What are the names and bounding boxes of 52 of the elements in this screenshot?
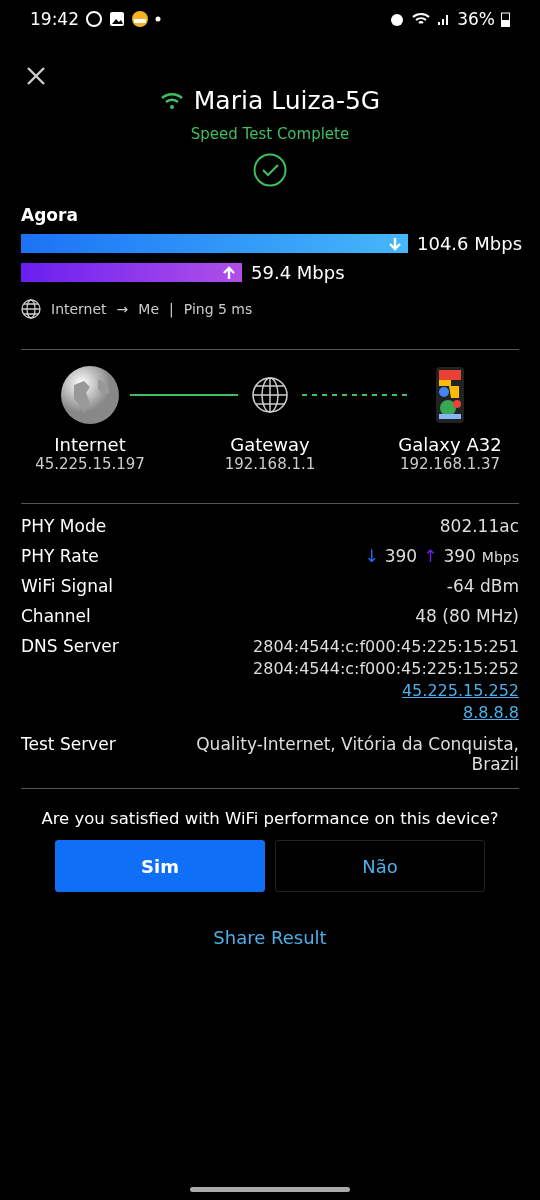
check-icon <box>253 153 287 187</box>
upload-rate: 390 <box>443 546 476 566</box>
node-name: Gateway <box>230 434 310 455</box>
phone-icon <box>435 366 465 424</box>
detail-value: Quality-Internet, Vitória da Conquista, Brazil <box>195 734 519 774</box>
download-rate: 390 <box>384 546 418 566</box>
share-link[interactable]: Share Result <box>207 926 333 949</box>
wifi-icon <box>159 90 184 111</box>
wifi-icon <box>411 11 432 27</box>
detail-value: -64 dBm <box>446 576 519 596</box>
detail-value: 802.11ac <box>439 516 519 536</box>
detail-label: DNS Server <box>21 636 119 658</box>
down-arrow: ↓ <box>364 546 379 566</box>
detail-value: 48 (80 MHz) <box>415 606 519 626</box>
route-arrow: → <box>116 301 129 317</box>
node-ip: 45.225.15.197 <box>35 455 145 473</box>
route-to: Me <box>138 301 160 317</box>
node-name: Galaxy A32 <box>398 434 502 455</box>
dns-link[interactable]: 8.8.8.8 <box>463 702 519 724</box>
detail-label: Test Server <box>21 734 116 756</box>
survey-question: Are you satisfied with WiFi performance on this device? <box>40 809 500 828</box>
speed-reading: 104.6 Mbps <box>417 233 522 254</box>
ping-value: Ping 5 ms <box>183 301 253 317</box>
answer-button[interactable]: Não <box>275 840 485 892</box>
dns-address: 2804:4544:c:f000:45:225:15:252 <box>253 658 519 680</box>
detail-label: Channel <box>21 606 91 626</box>
dns-address: 2804:4544:c:f000:45:225:15:251 <box>253 636 519 658</box>
detail-label: PHY Rate <box>21 546 99 566</box>
globe-icon <box>21 299 41 319</box>
up-arrow: ↑ <box>423 546 438 566</box>
node-name: Internet <box>54 434 126 455</box>
route-from: Internet <box>51 301 107 317</box>
battery-percent: 36% <box>457 9 495 29</box>
app-icon <box>131 10 149 28</box>
test-status: Speed Test Complete <box>190 125 350 143</box>
dns-link[interactable]: 45.225.15.252 <box>401 680 519 702</box>
detail-label: PHY Mode <box>21 516 107 536</box>
answer-button[interactable]: Sim <box>55 840 265 892</box>
battery-icon <box>501 11 510 27</box>
speed-reading: 59.4 Mbps <box>251 262 345 283</box>
separator: | <box>169 301 174 317</box>
detail-label: WiFi Signal <box>21 576 114 596</box>
earth-icon <box>60 365 120 425</box>
globe-icon <box>251 376 289 414</box>
section-title: Agora <box>21 205 79 225</box>
node-ip: 192.168.1.37 <box>399 455 501 473</box>
status-time: 19:42 <box>30 9 79 29</box>
image-icon <box>109 11 125 27</box>
network-name: Maria Luiza-5G <box>193 86 381 115</box>
node-ip: 192.168.1.1 <box>224 455 316 473</box>
rate-unit: Mbps <box>481 549 519 565</box>
dot-icon <box>155 16 161 22</box>
